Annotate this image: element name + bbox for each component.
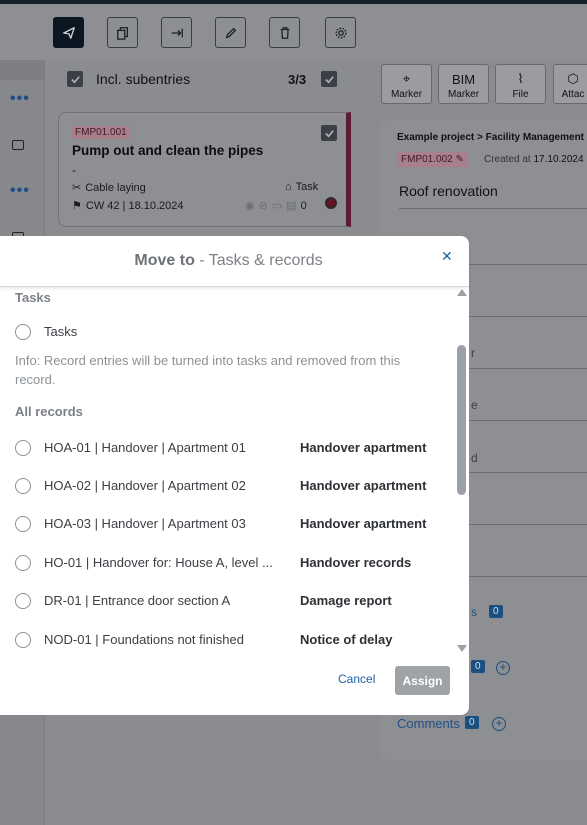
field-fragment: d: [471, 451, 478, 465]
scrollbar[interactable]: [455, 289, 467, 657]
close-icon[interactable]: ✕: [441, 248, 453, 265]
delete-icon: [280, 26, 289, 39]
count-badge: 0: [471, 660, 485, 673]
comments-link[interactable]: Comments: [397, 716, 460, 731]
record-label[interactable]: HO-01 | Handover for: House A, level ...: [44, 555, 273, 570]
created-info: Created at 17.10.2024: [484, 154, 584, 165]
record-label[interactable]: HOA-01 | Handover | Apartment 01: [44, 440, 246, 455]
record-label[interactable]: DR-01 | Entrance door section A: [44, 593, 230, 608]
move-icon: [171, 28, 183, 37]
subentry-count: 3/3: [288, 72, 307, 87]
attach-button[interactable]: ⬡ Attac: [553, 64, 587, 104]
more-options-icon[interactable]: •••: [10, 182, 30, 200]
tag-icon: ⌂: [285, 181, 292, 193]
task-type: ⌂ Task: [285, 181, 319, 193]
radio-record[interactable]: [15, 632, 31, 648]
field-fragment: r: [471, 346, 475, 360]
mail-icon: [12, 140, 24, 150]
send-icon: [62, 26, 75, 39]
add-icon[interactable]: +: [496, 661, 510, 675]
radio-record[interactable]: [15, 478, 31, 494]
record-label[interactable]: HOA-02 | Handover | Apartment 02: [44, 478, 246, 493]
radio-tasks[interactable]: [15, 324, 31, 340]
radio-record[interactable]: [15, 516, 31, 532]
count-badge: 0: [489, 605, 503, 618]
task-category: ✂ Cable laying: [72, 181, 146, 195]
send-button[interactable]: [53, 17, 84, 48]
select-all-checkbox[interactable]: [321, 71, 337, 87]
include-subentries-label: Incl. subentries: [96, 71, 191, 87]
breadcrumb[interactable]: Example project > Facility Management: [397, 132, 584, 143]
edit-icon: [225, 27, 236, 38]
priority-indicator: [325, 197, 337, 209]
field-fragment: s: [471, 605, 477, 619]
paperclip-icon: ⌇: [517, 71, 524, 86]
destination-list: Tasks Tasks Info: Record entries will be…: [0, 288, 469, 658]
option-label-tasks[interactable]: Tasks: [44, 324, 77, 339]
location-icon: ◉: [245, 200, 255, 212]
cube-icon: ⬡: [567, 71, 579, 86]
settings-button[interactable]: [325, 17, 356, 48]
settings-icon: [335, 27, 346, 38]
task-id-tag: FMP01.001: [72, 126, 130, 139]
comment-count: 0: [300, 199, 307, 212]
record-label[interactable]: NOD-01 | Foundations not finished: [44, 632, 244, 647]
cancel-button[interactable]: Cancel: [338, 672, 375, 686]
comments-count-badge: 0: [465, 716, 479, 729]
task-title: Pump out and clean the pipes: [72, 143, 264, 158]
marker-button[interactable]: ⌖ Marker: [381, 64, 432, 104]
dialog-title: Move to - Tasks & records: [134, 252, 323, 269]
record-type: Handover apartment: [300, 440, 427, 455]
more-options-icon[interactable]: •••: [10, 90, 30, 108]
include-subentries-toggle[interactable]: Incl. subentries: [67, 71, 190, 87]
tools-icon: ✂: [72, 182, 82, 194]
scroll-up-arrow-icon[interactable]: [457, 289, 467, 296]
bim-marker-button[interactable]: BIM Marker: [438, 64, 489, 104]
task-attachment-indicators: ◉ ⊘ ▭ ▤ 0: [245, 199, 307, 213]
record-type: Damage report: [300, 593, 392, 608]
edit-button[interactable]: [215, 17, 246, 48]
flag-icon: ⚑: [72, 200, 82, 212]
move-button[interactable]: [161, 17, 192, 48]
comment-icon: ▤: [286, 200, 297, 212]
record-type: Handover apartment: [300, 478, 427, 493]
record-type: Handover apartment: [300, 516, 427, 531]
copy-icon: [116, 26, 128, 40]
paperclip-icon: ⊘: [258, 200, 268, 212]
record-title[interactable]: Roof renovation: [399, 183, 498, 199]
marker-icon: ⌖: [402, 71, 411, 86]
pencil-icon[interactable]: ✎: [455, 154, 463, 165]
field-fragment: e: [471, 398, 478, 412]
record-label[interactable]: HOA-03 | Handover | Apartment 03: [44, 516, 246, 531]
radio-record[interactable]: [15, 593, 31, 609]
record-id-tag: FMP01.002 ✎: [397, 152, 468, 167]
task-card-checkbox[interactable]: [321, 125, 337, 141]
record-type: Notice of delay: [300, 632, 393, 647]
task-description: -: [72, 163, 76, 177]
scrollbar-thumb[interactable]: [457, 345, 466, 495]
info-text: Info: Record entries will be turned into…: [15, 353, 401, 387]
checkbox-checked-icon[interactable]: [67, 71, 83, 87]
copy-button[interactable]: [107, 17, 138, 48]
delete-button[interactable]: [269, 17, 300, 48]
left-header-strip: [0, 60, 45, 80]
radio-record[interactable]: [15, 440, 31, 456]
move-to-dialog: Move to - Tasks & records ✕ Tasks Tasks …: [0, 236, 469, 715]
section-title-tasks: Tasks: [15, 290, 51, 305]
note-icon: ▭: [271, 200, 283, 212]
task-card[interactable]: FMP01.001 Pump out and clean the pipes -…: [58, 112, 351, 227]
file-button[interactable]: ⌇ File: [495, 64, 546, 104]
task-date: ⚑ CW 42 | 18.10.2024: [72, 199, 184, 213]
record-type: Handover records: [300, 555, 412, 570]
radio-record[interactable]: [15, 555, 31, 571]
divider: [399, 208, 587, 209]
add-comment-icon[interactable]: +: [492, 717, 506, 731]
scroll-down-arrow-icon[interactable]: [457, 645, 467, 652]
section-title-records: All records: [15, 404, 83, 419]
action-toolbar: [0, 4, 587, 60]
dialog-header: Move to - Tasks & records ✕: [0, 236, 469, 287]
assign-button[interactable]: Assign: [395, 666, 450, 695]
